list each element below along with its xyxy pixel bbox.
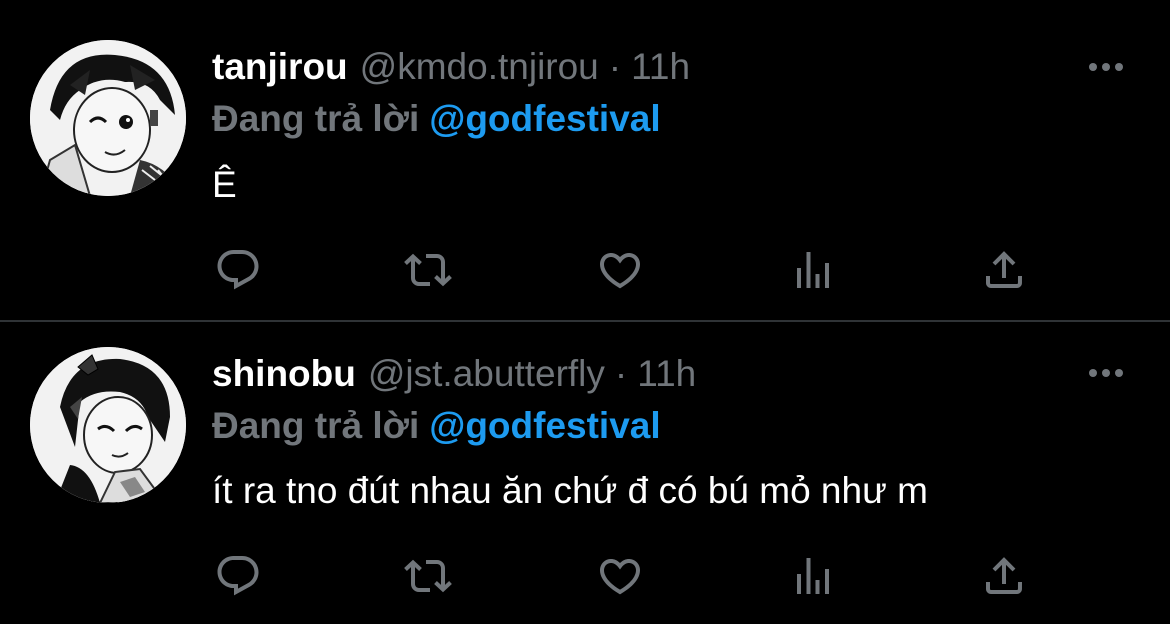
replying-to-label: Đang trả lời (212, 405, 420, 446)
retweet-button[interactable] (400, 242, 456, 298)
display-name[interactable]: shinobu (212, 349, 356, 399)
share-button[interactable] (976, 242, 1032, 298)
reply-button[interactable] (210, 548, 266, 604)
replying-to: Đang trả lời @godfestival (212, 402, 661, 450)
reply-target-link[interactable]: @godfestival (429, 98, 660, 139)
avatar[interactable] (30, 347, 186, 503)
reply-target-link[interactable]: @godfestival (429, 405, 660, 446)
replying-to: Đang trả lời @godfestival (212, 95, 661, 143)
share-icon (986, 251, 1022, 288)
like-button[interactable] (592, 548, 648, 604)
tweet-header: tanjirou @kmdo.tnjirou · 11h (212, 42, 690, 92)
tweet-actions (0, 548, 1170, 604)
like-icon (599, 559, 641, 595)
separator: · (608, 46, 622, 87)
separator: · (614, 353, 628, 394)
views-button[interactable] (785, 548, 841, 604)
more-dot-icon (1102, 369, 1110, 377)
more-options-button[interactable] (1084, 358, 1128, 388)
tweet[interactable]: tanjirou @kmdo.tnjirou · 11h Đang trả lờ… (0, 0, 1170, 320)
avatar[interactable] (30, 40, 186, 196)
user-handle[interactable]: @jst.abutterfly (368, 349, 605, 399)
like-icon (599, 253, 641, 289)
reply-icon (217, 250, 259, 290)
tweet-text: ít ra tno đút nhau ăn chứ đ có bú mỏ như… (212, 470, 928, 511)
views-icon (797, 558, 829, 594)
retweet-icon (404, 559, 452, 593)
timestamp[interactable]: 11h (637, 349, 696, 399)
share-button[interactable] (976, 548, 1032, 604)
reply-icon (217, 556, 259, 596)
views-icon (797, 252, 829, 288)
replying-to-label: Đang trả lời (212, 98, 420, 139)
more-dot-icon (1115, 369, 1123, 377)
retweet-button[interactable] (400, 548, 456, 604)
more-dot-icon (1089, 369, 1097, 377)
avatar-manga-girl-icon (30, 347, 186, 503)
user-handle[interactable]: @kmdo.tnjirou (360, 42, 599, 92)
more-dot-icon (1115, 63, 1123, 71)
tweet-text: Ê (212, 164, 237, 205)
tweet[interactable]: shinobu @jst.abutterfly · 11h Đang trả l… (0, 322, 1170, 624)
timestamp[interactable]: 11h (631, 42, 690, 92)
share-icon (986, 557, 1022, 594)
tweet-actions (0, 242, 1170, 298)
reply-button[interactable] (210, 242, 266, 298)
more-options-button[interactable] (1084, 52, 1128, 82)
avatar-manga-boy-icon (30, 40, 186, 196)
tweet-header: shinobu @jst.abutterfly · 11h (212, 349, 696, 399)
like-button[interactable] (592, 242, 648, 298)
more-dot-icon (1102, 63, 1110, 71)
display-name[interactable]: tanjirou (212, 42, 348, 92)
retweet-icon (404, 253, 452, 287)
views-button[interactable] (785, 242, 841, 298)
more-dot-icon (1089, 63, 1097, 71)
